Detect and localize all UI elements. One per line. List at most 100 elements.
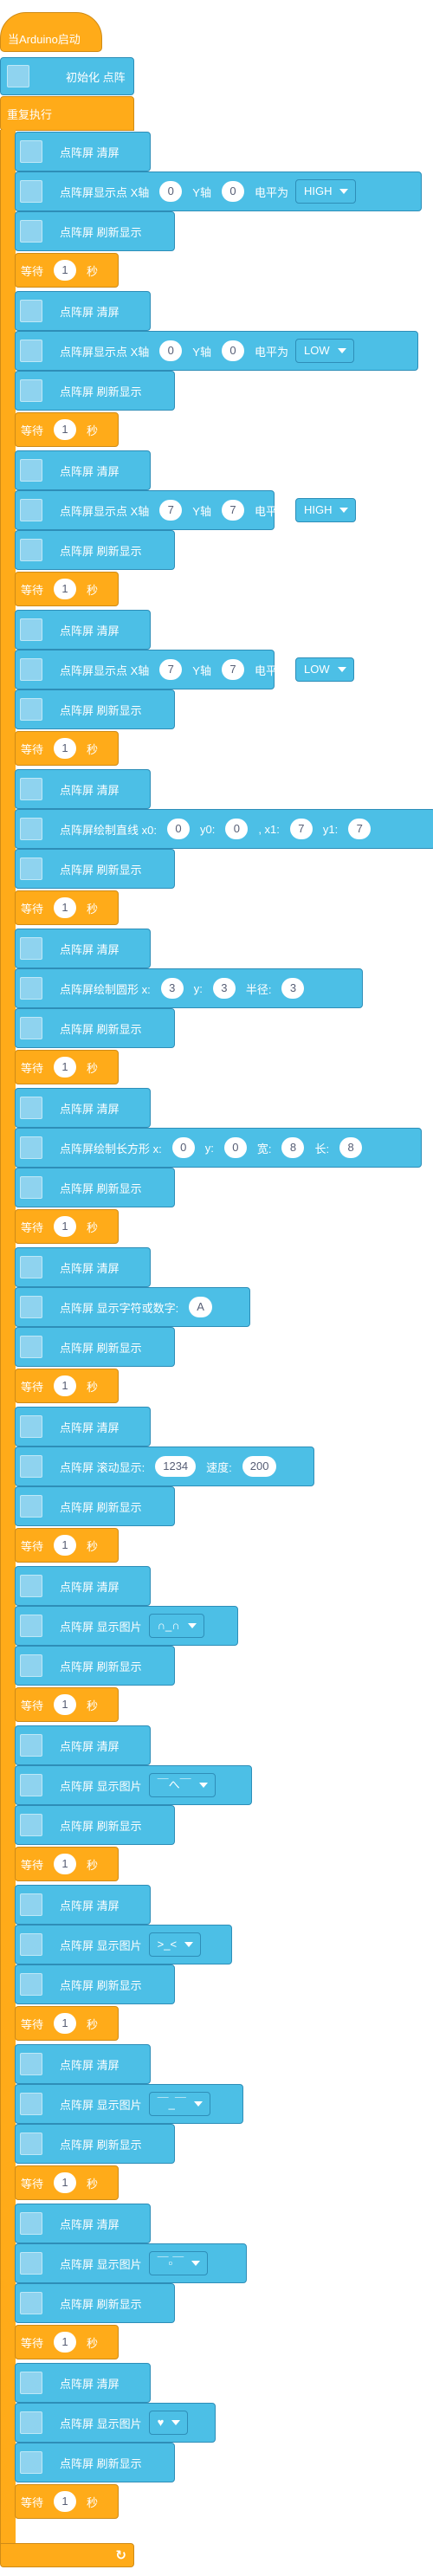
wait-seconds-input[interactable]: 1 (54, 419, 77, 440)
y-input[interactable]: 7 (221, 659, 244, 680)
image-dropdown[interactable]: ￣へ￣ (148, 1773, 216, 1797)
matrix-clear-block[interactable]: 点阵屏 清屏 (15, 610, 151, 650)
matrix-refresh-block[interactable]: 点阵屏 刷新显示 (15, 2124, 175, 2164)
image-dropdown[interactable]: ∩_∩ (148, 1614, 204, 1638)
wait-block[interactable]: 等待 1 秒 (15, 1687, 119, 1722)
wait-block[interactable]: 等待 1 秒 (15, 253, 119, 288)
wait-seconds-input[interactable]: 1 (54, 1694, 77, 1715)
x0-input[interactable]: 0 (166, 819, 190, 839)
matrix-clear-block[interactable]: 点阵屏 清屏 (15, 291, 151, 331)
wait-block[interactable]: 等待 1 秒 (15, 2325, 119, 2359)
matrix-image-block[interactable]: 点阵屏 显示图片 ￣へ￣ (15, 1765, 252, 1805)
matrix-clear-block[interactable]: 点阵屏 清屏 (15, 1566, 151, 1606)
wait-seconds-input[interactable]: 1 (54, 2172, 77, 2193)
wait-seconds-input[interactable]: 1 (54, 260, 77, 281)
char-input[interactable]: A (189, 1297, 212, 1317)
wait-block[interactable]: 等待 1 秒 (15, 2484, 119, 2519)
when-arduino-starts-hat-block[interactable]: 当Arduino启动 (0, 12, 102, 52)
matrix-clear-block[interactable]: 点阵屏 清屏 (15, 769, 151, 809)
matrix-clear-block[interactable]: 点阵屏 清屏 (15, 1725, 151, 1765)
level-dropdown[interactable]: LOW (294, 339, 354, 363)
matrix-clear-block[interactable]: 点阵屏 清屏 (15, 2044, 151, 2084)
init-matrix-block[interactable]: 初始化 点阵 (0, 57, 134, 95)
level-dropdown[interactable]: LOW (294, 657, 354, 682)
wait-block[interactable]: 等待 1 秒 (15, 1369, 119, 1403)
x-input[interactable]: 7 (159, 659, 183, 680)
matrix-image-block[interactable]: 点阵屏 显示图片 ￣▫￣ (15, 2243, 247, 2283)
matrix-point-block[interactable]: 点阵屏显示点 X轴 0 Y轴 0 电平为 HIGH (15, 172, 422, 211)
matrix-circle-block[interactable]: 点阵屏绘制圆形 x: 3 y: 3 半径: 3 (15, 968, 363, 1008)
matrix-refresh-block[interactable]: 点阵屏 刷新显示 (15, 2443, 175, 2482)
matrix-clear-block[interactable]: 点阵屏 清屏 (15, 1407, 151, 1447)
y-input[interactable]: 0 (221, 340, 244, 361)
wait-block[interactable]: 等待 1 秒 (15, 1209, 119, 1244)
wait-block[interactable]: 等待 1 秒 (15, 731, 119, 766)
wait-seconds-input[interactable]: 1 (54, 2013, 77, 2034)
wait-block[interactable]: 等待 1 秒 (15, 1847, 119, 1881)
speed-input[interactable]: 200 (242, 1456, 277, 1477)
y-input[interactable]: 0 (221, 181, 244, 202)
scroll-text-input[interactable]: 1234 (155, 1456, 197, 1477)
matrix-refresh-block[interactable]: 点阵屏 刷新显示 (15, 1805, 175, 1845)
x-input[interactable]: 7 (159, 500, 183, 521)
level-dropdown[interactable]: HIGH (294, 498, 357, 522)
y-input[interactable]: 0 (223, 1137, 247, 1158)
wait-block[interactable]: 等待 1 秒 (15, 2006, 119, 2041)
wait-block[interactable]: 等待 1 秒 (15, 572, 119, 606)
wait-seconds-input[interactable]: 1 (54, 1854, 77, 1874)
matrix-clear-block[interactable]: 点阵屏 清屏 (15, 2363, 151, 2403)
matrix-refresh-block[interactable]: 点阵屏 刷新显示 (15, 1646, 175, 1686)
wait-seconds-input[interactable]: 1 (54, 1535, 77, 1556)
matrix-clear-block[interactable]: 点阵屏 清屏 (15, 132, 151, 172)
x-input[interactable]: 0 (159, 340, 183, 361)
image-dropdown[interactable]: ￣▫￣ (148, 2251, 209, 2275)
wait-block[interactable]: 等待 1 秒 (15, 1528, 119, 1563)
wait-block[interactable]: 等待 1 秒 (15, 412, 119, 447)
y1-input[interactable]: 7 (348, 819, 372, 839)
wait-seconds-input[interactable]: 1 (54, 1216, 77, 1237)
matrix-refresh-block[interactable]: 点阵屏 刷新显示 (15, 2283, 175, 2323)
wait-block[interactable]: 等待 1 秒 (15, 1050, 119, 1084)
matrix-clear-block[interactable]: 点阵屏 清屏 (15, 929, 151, 968)
matrix-clear-block[interactable]: 点阵屏 清屏 (15, 450, 151, 490)
x1-input[interactable]: 7 (289, 819, 313, 839)
matrix-refresh-block[interactable]: 点阵屏 刷新显示 (15, 689, 175, 729)
wait-seconds-input[interactable]: 1 (54, 738, 77, 759)
width-input[interactable]: 8 (281, 1137, 305, 1158)
matrix-char-block[interactable]: 点阵屏 显示字符或数字: A (15, 1287, 250, 1327)
x-input[interactable]: 0 (159, 181, 183, 202)
matrix-refresh-block[interactable]: 点阵屏 刷新显示 (15, 1327, 175, 1367)
matrix-scroll-block[interactable]: 点阵屏 滚动显示: 1234 速度: 200 (15, 1447, 314, 1486)
repeat-forever-block[interactable]: 重复执行 (0, 96, 134, 131)
image-dropdown[interactable]: ￣_￣ (148, 2092, 210, 2116)
y-input[interactable]: 3 (212, 978, 236, 999)
matrix-refresh-block[interactable]: 点阵屏 刷新显示 (15, 211, 175, 251)
image-dropdown[interactable]: >_< (148, 1932, 202, 1957)
wait-seconds-input[interactable]: 1 (54, 2332, 77, 2353)
wait-block[interactable]: 等待 1 秒 (15, 2165, 119, 2200)
matrix-point-block[interactable]: 点阵屏显示点 X轴 0 Y轴 0 电平为 LOW (15, 331, 418, 371)
wait-seconds-input[interactable]: 1 (54, 2491, 77, 2512)
matrix-refresh-block[interactable]: 点阵屏 刷新显示 (15, 371, 175, 411)
y-input[interactable]: 7 (221, 500, 244, 521)
matrix-image-block[interactable]: 点阵屏 显示图片 ♥ (15, 2403, 216, 2443)
matrix-point-block[interactable]: 点阵屏显示点 X轴 7 Y轴 7 电平为 LOW (15, 650, 354, 689)
wait-seconds-input[interactable]: 1 (54, 1375, 77, 1396)
matrix-clear-block[interactable]: 点阵屏 清屏 (15, 1088, 151, 1128)
x-input[interactable]: 3 (160, 978, 184, 999)
matrix-refresh-block[interactable]: 点阵屏 刷新显示 (15, 1008, 175, 1048)
wait-seconds-input[interactable]: 1 (54, 579, 77, 599)
matrix-refresh-block[interactable]: 点阵屏 刷新显示 (15, 1486, 175, 1526)
image-dropdown[interactable]: ♥ (148, 2411, 189, 2435)
matrix-clear-block[interactable]: 点阵屏 清屏 (15, 1885, 151, 1925)
radius-input[interactable]: 3 (281, 978, 305, 999)
matrix-clear-block[interactable]: 点阵屏 清屏 (15, 1247, 151, 1287)
matrix-refresh-block[interactable]: 点阵屏 刷新显示 (15, 1964, 175, 2004)
matrix-refresh-block[interactable]: 点阵屏 刷新显示 (15, 1168, 175, 1207)
matrix-point-block[interactable]: 点阵屏显示点 X轴 7 Y轴 7 电平为 HIGH (15, 490, 357, 530)
matrix-line-block[interactable]: 点阵屏绘制直线 x0: 0 y0: 0 , x1: 7 y1: 7 (15, 809, 433, 849)
matrix-clear-block[interactable]: 点阵屏 清屏 (15, 2204, 151, 2243)
wait-seconds-input[interactable]: 1 (54, 1057, 77, 1078)
matrix-image-block[interactable]: 点阵屏 显示图片 ￣_￣ (15, 2084, 243, 2124)
matrix-rect-block[interactable]: 点阵屏绘制长方形 x: 0 y: 0 宽: 8 长: 8 (15, 1128, 422, 1168)
